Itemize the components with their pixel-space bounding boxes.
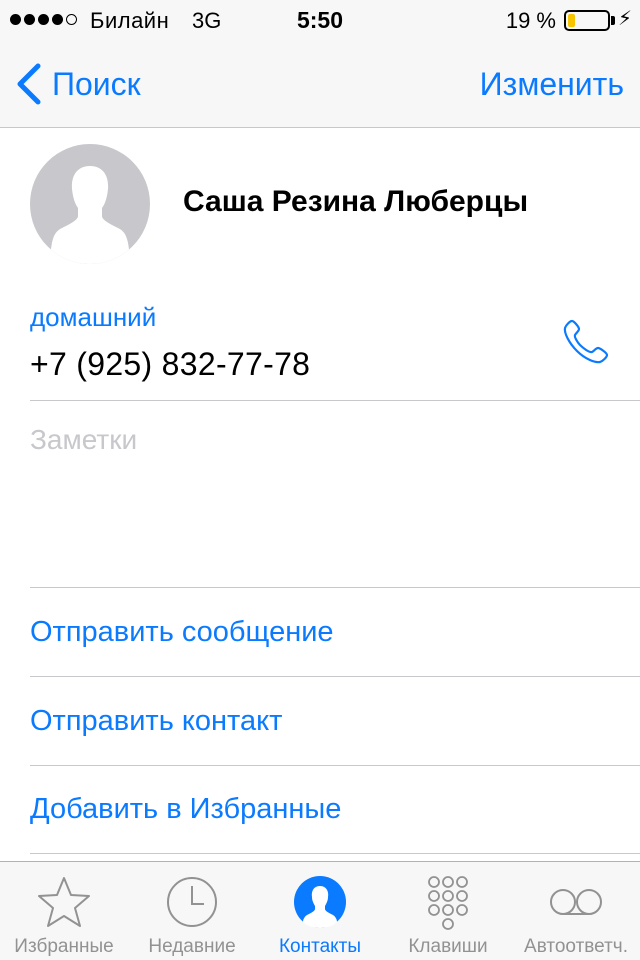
chevron-left-icon: [17, 63, 41, 105]
tab-label: Недавние: [148, 936, 236, 957]
tab-label: Контакты: [278, 936, 362, 957]
star-icon: [38, 877, 90, 927]
phone-icon[interactable]: [560, 315, 612, 367]
battery-level: [568, 14, 575, 27]
keypad-icon: [428, 876, 468, 930]
tab-bar: Избранные Недавние Контакты Клавиши Авто…: [0, 861, 640, 960]
share-contact-button[interactable]: Отправить контакт: [30, 705, 282, 738]
voicemail-icon: [550, 889, 602, 915]
battery-icon: [564, 10, 610, 31]
phone-label: домашний: [30, 302, 157, 332]
divider: [30, 765, 640, 766]
tab-label: Клавиши: [408, 936, 488, 957]
tab-favorites[interactable]: Избранные: [0, 862, 128, 960]
edit-button[interactable]: Изменить: [480, 66, 624, 103]
status-bar: Билайн 3G 5:50 19 % ⚡︎: [0, 0, 640, 40]
send-message-button[interactable]: Отправить сообщение: [30, 616, 334, 649]
back-button[interactable]: Поиск: [14, 62, 141, 106]
divider: [30, 587, 640, 588]
clock-icon: [167, 877, 217, 927]
back-button-label: Поиск: [52, 65, 141, 102]
divider: [30, 676, 640, 677]
tab-contacts[interactable]: Контакты: [256, 862, 384, 960]
divider: [30, 853, 640, 854]
tab-recents[interactable]: Недавние: [128, 862, 256, 960]
tab-label: Автоответч.: [524, 936, 628, 957]
battery-cap: [611, 16, 615, 25]
person-silhouette-icon: [50, 166, 130, 264]
add-to-favorites-button[interactable]: Добавить в Избранные: [30, 793, 341, 826]
tab-voicemail[interactable]: Автоответч.: [512, 862, 640, 960]
avatar: [30, 144, 150, 264]
battery-percent: 19 %: [505, 8, 556, 33]
contact-name: Саша Резина Люберцы: [183, 185, 529, 218]
navigation-bar: Поиск Изменить: [0, 40, 640, 128]
tab-keypad[interactable]: Клавиши: [384, 862, 512, 960]
phone-number[interactable]: +7 (925) 832-77-78: [30, 346, 310, 383]
divider: [30, 400, 640, 401]
lightning-icon: ⚡︎: [617, 8, 632, 30]
tab-label: Избранные: [14, 936, 114, 957]
contacts-icon: [294, 876, 346, 928]
notes-field[interactable]: Заметки: [30, 424, 137, 456]
